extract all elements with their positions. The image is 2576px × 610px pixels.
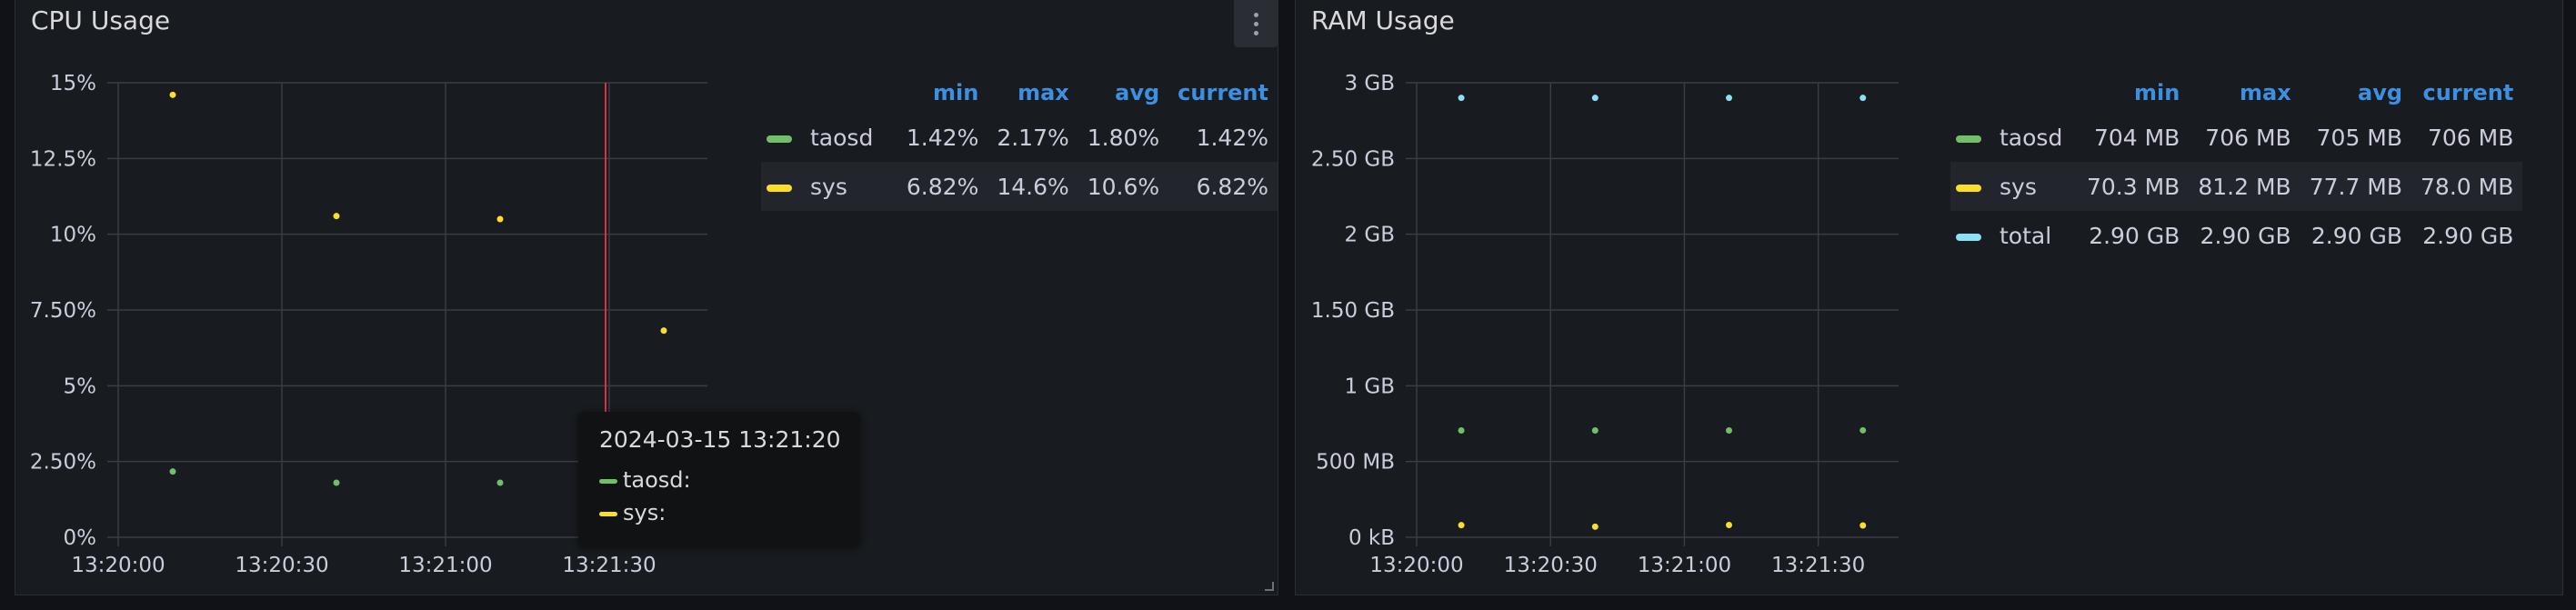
legend-row-sys[interactable]: sys 6.82% 14.6% 10.6% 6.82%	[761, 162, 1278, 211]
x-tick-label: 13:21:00	[1638, 554, 1731, 577]
data-point-total	[1458, 95, 1465, 102]
legend-avg: 705 MB	[2316, 124, 2403, 151]
legend-min: 1.42%	[906, 124, 979, 151]
legend-min: 2.90 GB	[2089, 222, 2180, 249]
y-tick-label: 2.50 GB	[1311, 147, 1395, 171]
legend-current: 6.82%	[1168, 162, 1278, 211]
y-tick-label: 3 GB	[1344, 72, 1395, 95]
x-tick-label: 13:21:30	[1771, 554, 1865, 577]
legend-max: 14.6%	[987, 162, 1078, 211]
legend-header-max[interactable]: max	[987, 73, 1078, 113]
y-tick-label: 1.50 GB	[1311, 299, 1395, 323]
tooltip-row-taosd: taosd:	[599, 467, 691, 493]
data-point-sys	[1591, 523, 1599, 530]
legend-header-min[interactable]: min	[897, 73, 987, 113]
data-point-sys	[660, 327, 667, 335]
legend-min: 6.82%	[897, 162, 988, 211]
data-point-taosd	[1859, 426, 1867, 434]
series-swatch	[767, 135, 792, 143]
legend-header-avg[interactable]: avg	[1078, 73, 1168, 113]
y-tick-label: 15%	[50, 72, 96, 95]
y-tick-label: 2.50%	[30, 451, 96, 475]
legend-avg: 1.80%	[1087, 124, 1160, 151]
y-tick-label: 0 kB	[1348, 526, 1395, 550]
series-name[interactable]: taosd	[2000, 125, 2062, 151]
legend-row-taosd[interactable]: taosd 1.42% 2.17% 1.80% 1.42%	[761, 113, 1278, 162]
legend-max: 2.17%	[997, 124, 1069, 151]
legend-max: 81.2 MB	[2189, 162, 2300, 211]
legend-row-total[interactable]: total 2.90 GB 2.90 GB 2.90 GB 2.90 GB	[1950, 211, 2522, 260]
data-point-sys	[1458, 522, 1465, 529]
x-tick-label: 13:20:00	[1369, 554, 1463, 577]
data-point-sys	[1859, 522, 1867, 529]
data-point-taosd	[1458, 427, 1465, 434]
series-swatch	[767, 184, 792, 192]
y-tick-label: 500 MB	[1316, 451, 1395, 475]
series-swatch	[1956, 184, 1981, 192]
series-name[interactable]: sys	[810, 174, 847, 200]
tooltip-row-sys: sys:	[599, 500, 666, 525]
y-tick-label: 0%	[64, 526, 97, 550]
legend-row-taosd[interactable]: taosd 704 MB 706 MB 705 MB 706 MB	[1950, 113, 2522, 162]
legend-header-avg[interactable]: avg	[2300, 73, 2411, 113]
data-point-total	[1726, 95, 1733, 102]
data-point-sys	[1726, 522, 1733, 528]
series-name[interactable]: taosd	[810, 125, 873, 151]
y-tick-label: 7.50%	[30, 299, 96, 323]
y-tick-label: 2 GB	[1344, 224, 1395, 247]
data-point-sys	[333, 213, 340, 220]
legend-row-sys[interactable]: sys 70.3 MB 81.2 MB 77.7 MB 78.0 MB	[1950, 162, 2523, 211]
legend-avg: 2.90 GB	[2310, 222, 2403, 249]
y-tick-label: 12.5%	[30, 147, 96, 171]
series-swatch	[1956, 233, 1981, 241]
legend-min: 70.3 MB	[2078, 162, 2190, 211]
data-point-sys	[169, 91, 176, 98]
x-tick-label: 13:20:30	[1504, 554, 1598, 577]
legend-min: 704 MB	[2093, 124, 2180, 151]
legend-max: 2.90 GB	[2200, 222, 2291, 249]
y-tick-label: 5%	[64, 375, 97, 398]
x-tick-label: 13:21:30	[562, 554, 656, 577]
x-tick-label: 13:21:00	[398, 554, 492, 577]
data-point-taosd	[169, 468, 176, 475]
data-point-sys	[496, 215, 504, 223]
cpu-legend: min max avg current taosd 1.42% 2.17% 1.…	[761, 73, 1278, 211]
tooltip-timestamp: 2024-03-15 13:21:20	[599, 426, 841, 453]
series-name[interactable]: total	[2000, 223, 2051, 249]
series-name[interactable]: sys	[2000, 174, 2037, 200]
series-swatch	[1956, 135, 1981, 143]
legend-current: 1.42%	[1196, 124, 1268, 151]
legend-header-current[interactable]: current	[1168, 73, 1278, 113]
data-point-taosd	[496, 479, 504, 486]
y-tick-label: 1 GB	[1344, 375, 1395, 398]
y-tick-label: 10%	[50, 224, 96, 247]
chart-tooltip: 2024-03-15 13:21:20 taosd: sys:	[578, 412, 860, 546]
x-tick-label: 13:20:00	[71, 554, 165, 577]
data-point-taosd	[333, 479, 340, 486]
legend-current: 706 MB	[2427, 124, 2514, 151]
legend-current: 78.0 MB	[2411, 162, 2523, 211]
x-tick-label: 13:20:30	[235, 554, 328, 577]
legend-avg: 77.7 MB	[2300, 162, 2412, 211]
legend-max: 706 MB	[2205, 124, 2291, 151]
legend-current: 2.90 GB	[2422, 222, 2514, 249]
data-point-taosd	[1726, 427, 1733, 434]
data-point-total	[1591, 95, 1599, 102]
data-point-total	[1859, 95, 1867, 102]
legend-header-max[interactable]: max	[2189, 73, 2300, 113]
ram-usage-panel: RAM Usage 0 kB 500 MB 1 GB 1.50 GB 2 GB 2.50 …	[1295, 0, 2563, 595]
resize-handle-icon[interactable]	[1265, 582, 1274, 591]
data-point-taosd	[1591, 427, 1599, 434]
legend-header-min[interactable]: min	[2078, 73, 2189, 113]
ram-legend: min max avg current taosd 704 MB 706 MB …	[1950, 73, 2523, 260]
legend-header-current[interactable]: current	[2411, 73, 2522, 113]
legend-avg: 10.6%	[1078, 162, 1169, 211]
cpu-usage-panel: CPU Usage 0% 2.50% 5% 7.50% 10% 12.5% 15% 13:20…	[15, 0, 1278, 595]
